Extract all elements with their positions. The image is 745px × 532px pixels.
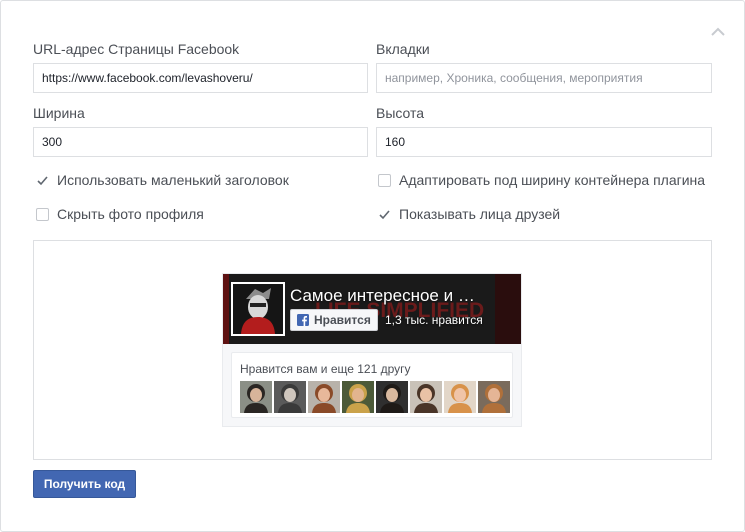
friend-avatar[interactable] xyxy=(444,381,476,413)
hide-cover-checkbox[interactable]: Скрыть фото профиля xyxy=(36,206,204,222)
cover-photo[interactable]: LIFE SIMPLIFIED Самое интересное и … Нра… xyxy=(223,274,521,344)
plugin-configurator: URL-адрес Страницы Facebook https://www.… xyxy=(0,0,745,532)
friends-text: Нравится вам и еще 121 другу xyxy=(240,362,411,376)
height-label: Высота xyxy=(376,105,425,121)
like-button-label: Нравится xyxy=(314,313,371,327)
friend-avatar[interactable] xyxy=(274,381,306,413)
facebook-f-icon xyxy=(297,314,309,326)
height-input[interactable]: 160 xyxy=(376,127,712,157)
hide-cover-label: Скрыть фото профиля xyxy=(57,206,204,222)
show-faces-label: Показывать лица друзей xyxy=(399,206,561,222)
page-plugin-preview: LIFE SIMPLIFIED Самое интересное и … Нра… xyxy=(222,273,522,427)
width-label: Ширина xyxy=(33,105,85,121)
friend-avatar[interactable] xyxy=(240,381,272,413)
friend-avatar[interactable] xyxy=(376,381,408,413)
like-button[interactable]: Нравится xyxy=(290,309,378,331)
small-header-label: Использовать маленький заголовок xyxy=(57,172,289,188)
friend-avatar[interactable] xyxy=(308,381,340,413)
page-avatar[interactable] xyxy=(231,282,285,336)
avatar-image xyxy=(233,284,283,334)
chevron-up-icon[interactable] xyxy=(707,22,729,42)
friend-avatar[interactable] xyxy=(478,381,510,413)
friend-faces xyxy=(240,381,512,413)
tabs-label: Вкладки xyxy=(376,41,430,57)
friend-avatar[interactable] xyxy=(410,381,442,413)
friends-box: Нравится вам и еще 121 другу xyxy=(231,352,513,418)
adapt-width-checkbox[interactable]: Адаптировать под ширину контейнера плаги… xyxy=(378,172,705,188)
checkbox-box xyxy=(378,173,391,187)
checkmark-icon xyxy=(379,209,390,219)
url-input[interactable]: https://www.facebook.com/levashoveru/ xyxy=(33,63,368,93)
adapt-width-label: Адаптировать под ширину контейнера плаги… xyxy=(399,172,706,188)
friend-avatar[interactable] xyxy=(342,381,374,413)
get-code-button[interactable]: Получить код xyxy=(33,470,136,498)
url-label: URL-адрес Страницы Facebook xyxy=(33,41,240,57)
show-faces-checkbox[interactable]: Показывать лица друзей xyxy=(378,206,560,222)
small-header-checkbox[interactable]: Использовать маленький заголовок xyxy=(36,172,289,188)
page-name[interactable]: Самое интересное и … xyxy=(290,286,490,306)
checkmark-icon xyxy=(37,175,48,185)
like-count: 1,3 тыс. нравится xyxy=(385,313,483,327)
checkbox-box xyxy=(36,207,49,221)
tabs-input[interactable]: например, Хроника, сообщения, мероприяти… xyxy=(376,63,712,93)
width-input[interactable]: 300 xyxy=(33,127,368,157)
